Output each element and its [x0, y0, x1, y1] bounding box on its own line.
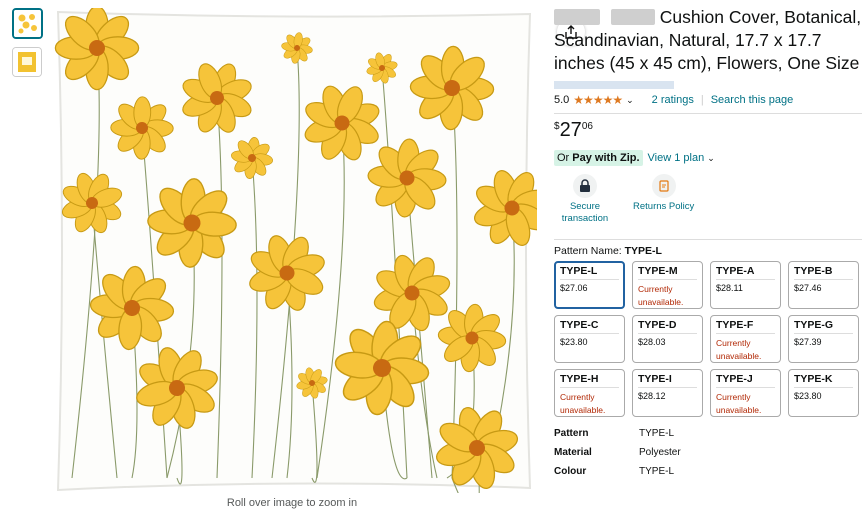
pattern-option-name: TYPE-G — [794, 319, 853, 334]
chevron-down-icon[interactable]: ⌄ — [707, 153, 715, 164]
redacted-store-link[interactable] — [554, 81, 674, 89]
pattern-option-unavailable: Currently unavailable. — [716, 338, 762, 361]
product-title-text: Cushion Cover, Botanical, Scandinavian, … — [554, 7, 862, 73]
zip-payment-row: Or Pay with Zip. View 1 plan ⌄ — [554, 150, 862, 166]
pattern-option-name: TYPE-B — [794, 265, 853, 280]
redacted-brand — [554, 9, 600, 25]
pattern-option-name: TYPE-J — [716, 373, 775, 388]
zip-prefix: Or — [557, 152, 570, 164]
redacted-brand-2 — [610, 9, 655, 25]
spec-value: TYPE-L — [639, 428, 675, 439]
pattern-option-name: TYPE-A — [716, 265, 775, 280]
pattern-name-row: Pattern Name: TYPE-L — [554, 245, 862, 257]
pattern-option-type-k[interactable]: TYPE-K $23.80 — [788, 369, 859, 417]
pattern-option-unavailable: Currently unavailable. — [560, 392, 606, 415]
pattern-option-name: TYPE-K — [794, 373, 853, 388]
pattern-option-type-f[interactable]: TYPE-F Currently unavailable. — [710, 315, 781, 363]
pattern-option-type-b[interactable]: TYPE-B $27.46 — [788, 261, 859, 309]
pattern-option-type-a[interactable]: TYPE-A $28.11 — [710, 261, 781, 309]
zoom-hint: Roll over image to zoom in — [226, 497, 358, 509]
rating-row: 5.0 ★★★★★ ⌄ 2 ratings | Search this page — [554, 93, 862, 107]
thumbnail-1[interactable] — [12, 8, 43, 39]
product-title: Cushion Cover, Botanical, Scandinavian, … — [554, 6, 862, 75]
pattern-option-type-d[interactable]: TYPE-D $28.03 — [632, 315, 703, 363]
pattern-option-price: $23.80 — [560, 337, 588, 347]
pattern-option-type-l[interactable]: TYPE-L $27.06 — [554, 261, 625, 309]
price-whole: 27 — [559, 119, 582, 141]
pattern-option-type-j[interactable]: TYPE-J Currently unavailable. — [710, 369, 781, 417]
pattern-selected-value: TYPE-L — [624, 245, 662, 257]
thumbnail-2[interactable] — [12, 47, 42, 77]
spec-row: Pattern TYPE-L — [554, 424, 862, 443]
product-info: Cushion Cover, Botanical, Scandinavian, … — [554, 6, 862, 481]
pattern-option-name: TYPE-F — [716, 319, 775, 334]
divider — [554, 113, 862, 114]
pattern-option-unavailable: Currently unavailable. — [716, 392, 762, 415]
pattern-option-type-g[interactable]: TYPE-G $27.39 — [788, 315, 859, 363]
pattern-option-name: TYPE-H — [560, 373, 619, 388]
pattern-option-name: TYPE-I — [638, 373, 697, 388]
pattern-option-name: TYPE-D — [638, 319, 697, 334]
lock-icon — [573, 174, 597, 198]
pattern-option-type-c[interactable]: TYPE-C $23.80 — [554, 315, 625, 363]
pattern-option-unavailable: Currently unavailable. — [638, 284, 684, 307]
spec-row: Material Polyester — [554, 443, 862, 462]
pattern-option-price: $27.39 — [794, 337, 822, 347]
pattern-option-type-h[interactable]: TYPE-H Currently unavailable. — [554, 369, 625, 417]
separator: | — [700, 94, 704, 106]
ratings-count-link[interactable]: 2 ratings — [652, 94, 694, 106]
trust-badges: Secure transaction Returns Policy — [554, 174, 862, 225]
pattern-option-price: $23.80 — [794, 391, 822, 401]
pattern-option-price: $27.06 — [560, 283, 588, 293]
zip-badge: Or Pay with Zip. — [554, 150, 643, 166]
rating-value: 5.0 — [554, 94, 570, 106]
secure-transaction-badge[interactable]: Secure transaction — [559, 174, 611, 225]
pattern-option-name: TYPE-M — [638, 265, 697, 280]
pattern-option-name: TYPE-L — [560, 265, 619, 280]
pattern-option-name: TYPE-C — [560, 319, 619, 334]
thumbnail-flowers-image — [14, 10, 41, 37]
returns-policy-badge[interactable]: Returns Policy — [633, 174, 694, 225]
spec-value: TYPE-L — [639, 466, 675, 477]
return-icon — [651, 174, 676, 198]
pattern-option-type-m[interactable]: TYPE-M Currently unavailable. — [632, 261, 703, 309]
spec-row: Colour TYPE-L — [554, 462, 862, 481]
returns-policy-label: Returns Policy — [633, 201, 695, 212]
price: $ 27 06 — [554, 119, 862, 142]
thumbnail-pillow-image — [13, 48, 41, 76]
cushion-flowers-illustration — [49, 5, 566, 513]
spec-key: Material — [554, 447, 592, 458]
divider — [554, 239, 862, 240]
pattern-option-price: $27.46 — [794, 283, 822, 293]
spec-key: Colour — [554, 466, 587, 477]
flower-shape — [54, 5, 140, 91]
pattern-option-price: $28.11 — [716, 283, 743, 293]
view-plan-link[interactable]: View 1 plan — [648, 152, 705, 164]
chevron-down-icon[interactable]: ⌄ — [626, 95, 634, 106]
price-cents: 06 — [581, 121, 593, 132]
product-main-image[interactable] — [49, 5, 585, 513]
pattern-option-type-i[interactable]: TYPE-I $28.12 — [632, 369, 703, 417]
star-rating-icon[interactable]: ★★★★★ — [573, 93, 623, 107]
pattern-option-price: $28.12 — [638, 391, 666, 401]
spec-value: Polyester — [639, 447, 681, 458]
product-specs: Pattern TYPE-L Material Polyester Colour TYPE… — [554, 424, 862, 481]
search-page-link[interactable]: Search this page — [711, 94, 794, 106]
pattern-options-grid: TYPE-L $27.06 TYPE-M Currently unavailable.… — [554, 261, 862, 417]
spec-key: Pattern — [554, 428, 589, 439]
secure-transaction-label: Secure transaction — [561, 201, 609, 224]
pattern-option-price: $28.03 — [638, 337, 666, 347]
zip-label: Pay with Zip. — [572, 152, 640, 164]
pattern-name-label: Pattern Name: — [554, 245, 622, 257]
thumbnail-strip — [12, 8, 44, 85]
